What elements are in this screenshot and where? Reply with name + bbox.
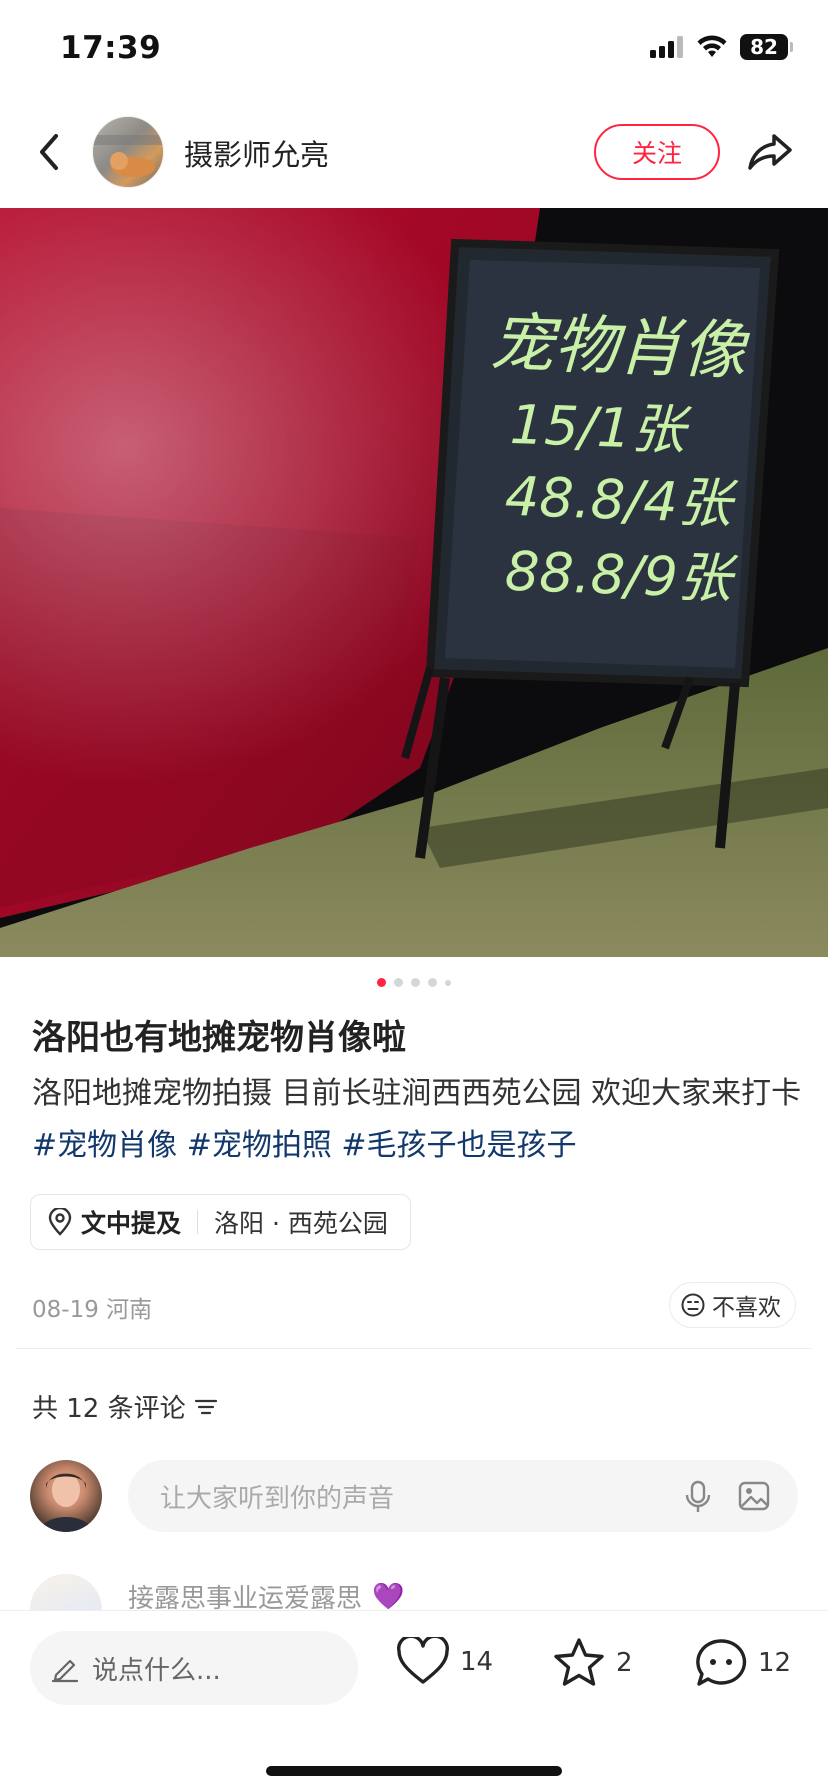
board-line-1: 宠物肖像 xyxy=(489,306,751,389)
location-pin-icon xyxy=(48,1208,72,1236)
post-body-text: 洛阳地摊宠物拍摄 目前长驻涧西西苑公园 欢迎大家来打卡 xyxy=(32,1076,802,1111)
collect-count: 2 xyxy=(616,1648,633,1678)
post-date-location: 08-19 河南 xyxy=(32,1297,153,1323)
image-icon[interactable] xyxy=(738,1480,770,1512)
post-photo[interactable]: 宠物肖像 15/1张 48.8/4张 88.8/9张 xyxy=(0,208,828,957)
back-icon[interactable] xyxy=(30,128,70,176)
location-value: 洛阳 · 西苑公园 xyxy=(214,1209,388,1238)
comment-count-text: 共 12 条评论 xyxy=(32,1394,186,1424)
home-indicator xyxy=(266,1766,562,1776)
battery-icon: 82 xyxy=(740,34,793,60)
carousel-dot-5 xyxy=(445,979,451,986)
board-line-2: 15/1张 xyxy=(509,393,693,462)
say-something-input[interactable]: 说点什么... xyxy=(30,1631,358,1705)
carousel-indicator xyxy=(0,978,828,987)
star-icon xyxy=(554,1638,604,1686)
purple-heart-emoji: 💜 xyxy=(372,1581,405,1612)
post-body: 洛阳地摊宠物拍摄 目前长驻涧西西苑公园 欢迎大家来打卡 #宠物肖像 #宠物拍照 … xyxy=(32,1068,802,1172)
author-name[interactable]: 摄影师允亮 xyxy=(184,132,329,174)
dislike-button[interactable]: 不喜欢 xyxy=(669,1282,796,1328)
comment-button[interactable]: 12 xyxy=(694,1637,791,1689)
follow-button[interactable]: 关注 xyxy=(594,124,720,180)
status-time: 17:39 xyxy=(60,30,162,66)
comment-bubble-icon xyxy=(696,1639,747,1686)
dislike-label: 不喜欢 xyxy=(712,1295,781,1321)
carousel-dot-3 xyxy=(411,978,420,987)
like-button[interactable]: 14 xyxy=(396,1637,493,1687)
status-icons: 82 xyxy=(650,34,793,60)
comment-count[interactable]: 共 12 条评论 xyxy=(32,1388,218,1425)
collect-button[interactable]: 2 xyxy=(552,1637,633,1689)
status-bar: 17:39 82 xyxy=(0,0,828,100)
heart-icon xyxy=(397,1637,449,1684)
signal-icon xyxy=(650,36,683,58)
comment-input-placeholder: 让大家听到你的声音 xyxy=(160,1483,395,1514)
post-title: 洛阳也有地摊宠物肖像啦 xyxy=(32,1018,406,1058)
my-avatar[interactable] xyxy=(30,1460,102,1532)
board-line-4: 88.8/9张 xyxy=(504,540,740,611)
hashtag-link[interactable]: #宠物拍照 xyxy=(187,1128,332,1163)
bottom-action-bar: 说点什么... 14 2 12 xyxy=(0,1610,828,1792)
hashtag-link[interactable]: #毛孩子也是孩子 xyxy=(341,1128,576,1163)
comment-count-bottom: 12 xyxy=(758,1648,792,1678)
carousel-dot-1 xyxy=(377,978,386,987)
wifi-icon xyxy=(697,35,727,57)
location-chip[interactable]: 文中提及 洛阳 · 西苑公园 xyxy=(30,1194,411,1250)
like-count: 14 xyxy=(460,1647,494,1677)
frown-face-icon xyxy=(681,1293,705,1317)
sort-icon[interactable] xyxy=(194,1397,218,1417)
section-divider xyxy=(16,1348,812,1349)
microphone-icon[interactable] xyxy=(684,1480,712,1514)
author-avatar[interactable] xyxy=(92,116,164,188)
say-something-placeholder: 说点什么... xyxy=(92,1655,221,1686)
post-header: 摄影师允亮 关注 xyxy=(0,104,828,200)
hashtag-link[interactable]: #宠物肖像 xyxy=(32,1128,177,1163)
carousel-dot-2 xyxy=(394,978,403,987)
pencil-icon xyxy=(51,1659,79,1683)
comment-input[interactable]: 让大家听到你的声音 xyxy=(128,1460,798,1532)
location-label: 文中提及 xyxy=(81,1209,182,1238)
carousel-dot-4 xyxy=(428,978,437,987)
location-divider xyxy=(197,1210,199,1234)
share-icon[interactable] xyxy=(744,126,796,178)
board-line-3: 48.8/4张 xyxy=(504,465,740,536)
